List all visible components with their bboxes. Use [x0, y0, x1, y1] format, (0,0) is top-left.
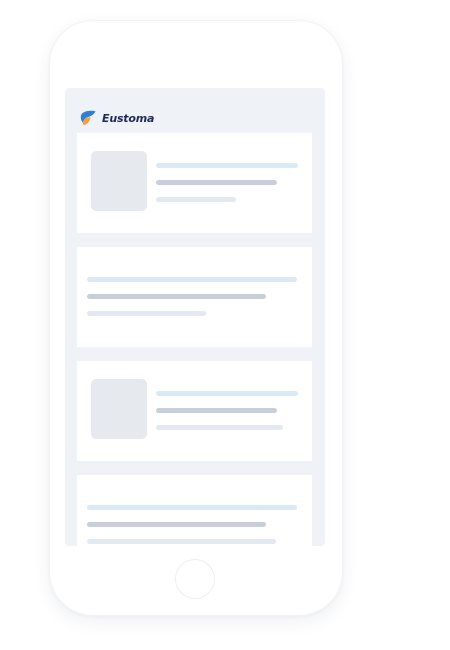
feed-card-placeholder[interactable] — [77, 133, 312, 233]
title-line-placeholder — [87, 277, 297, 282]
home-button[interactable] — [175, 559, 215, 599]
meta-line-placeholder — [156, 425, 283, 430]
subtitle-line-placeholder — [87, 522, 266, 527]
feed-card-placeholder[interactable] — [77, 247, 312, 347]
meta-line-placeholder — [156, 197, 236, 202]
meta-line-placeholder — [87, 311, 206, 316]
thumbnail-placeholder — [91, 379, 147, 439]
app-header: Eustoma — [78, 107, 154, 129]
eustoma-logo-icon — [80, 110, 96, 126]
title-line-placeholder — [156, 391, 298, 396]
subtitle-line-placeholder — [87, 294, 266, 299]
subtitle-line-placeholder — [156, 408, 277, 413]
meta-line-placeholder — [87, 539, 276, 544]
feed-card-placeholder[interactable] — [77, 361, 312, 461]
thumbnail-placeholder — [91, 151, 147, 211]
feed-card-placeholder[interactable] — [77, 475, 312, 546]
phone-screen: Eustoma — [65, 88, 325, 546]
brand-name: Eustoma — [102, 111, 155, 125]
title-line-placeholder — [87, 505, 297, 510]
title-line-placeholder — [156, 163, 298, 168]
subtitle-line-placeholder — [156, 180, 277, 185]
